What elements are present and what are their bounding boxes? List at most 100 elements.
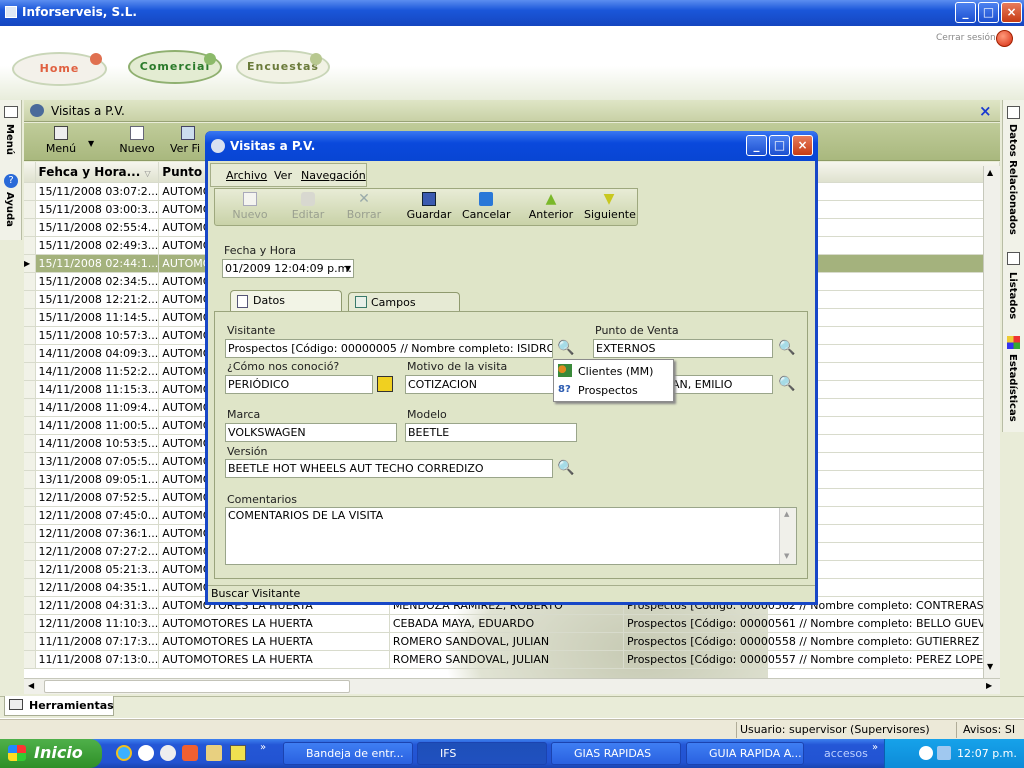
dialog-close-button[interactable]: × [792, 135, 813, 156]
comentarios-scrollbar[interactable]: ▲ ▼ [779, 508, 796, 564]
ie-icon[interactable] [116, 745, 132, 761]
window-title-bar[interactable]: Inforserveis, S.L. _ □ × [0, 0, 1024, 26]
dialog-new-button[interactable]: Nuevo [226, 192, 274, 221]
cell-pv: AUTOMOTORES LA HUERTA [158, 650, 390, 669]
start-button[interactable]: Inicio [0, 739, 102, 768]
scroll-up-icon[interactable]: ▲ [987, 168, 993, 177]
table-row[interactable]: 12/11/2008 11:10:3... AUTOMOTORES LA HUER… [24, 614, 1000, 633]
task-gias[interactable]: GIAS RAPIDAS [551, 742, 681, 765]
comentarios-field[interactable]: COMENTARIOS DE LA VISITA [225, 507, 797, 565]
visitante-search-icon[interactable]: 🔍 [557, 340, 574, 356]
menu-button-icon [54, 126, 68, 140]
version-search-icon[interactable]: 🔍 [557, 460, 574, 476]
dialog-title-bar[interactable]: Visitas a P.V. _ □ × [205, 131, 818, 161]
dialog-prev-button[interactable]: ▲ Anterior [528, 192, 574, 221]
view-button[interactable]: Ver Fi [170, 126, 206, 160]
cell-vis: CEBADA MAYA, EDUARDO [389, 614, 624, 633]
fecha-field[interactable]: 01/2009 12:04:09 p.m. ▼ [222, 259, 354, 278]
logout-label[interactable]: Cerrar sesión [936, 33, 996, 43]
sidebar-help[interactable]: Ayuda [4, 192, 15, 227]
media-player-icon[interactable] [138, 745, 154, 761]
cell-date: 14/11/2008 10:53:5... [35, 434, 160, 453]
dialog-visits-icon [211, 139, 225, 153]
quicklaunch-icon-3[interactable] [160, 745, 176, 761]
table-row[interactable]: 11/11/2008 07:17:3... AUTOMOTORES LA HUER… [24, 632, 1000, 651]
scroll-left-icon[interactable]: ◀ [28, 681, 34, 690]
menu-dropdown-icon[interactable]: ▼ [88, 139, 94, 148]
dialog-maximize-button[interactable]: □ [769, 135, 790, 156]
cell-date: 12/11/2008 04:31:3... [35, 596, 160, 615]
grid-vertical-scrollbar[interactable]: ▲ ▼ [983, 166, 1000, 678]
quicklaunch-icon-6[interactable] [230, 745, 246, 761]
scroll-thumb[interactable] [44, 680, 350, 693]
dialog-minimize-button[interactable]: _ [746, 135, 767, 156]
pv-field[interactable]: EXTERNOS [593, 339, 773, 358]
grid-horizontal-scrollbar[interactable]: ◀ ▶ [24, 678, 1000, 694]
quicklaunch-icon-5[interactable] [206, 745, 222, 761]
menu-ver[interactable]: Ver [274, 169, 292, 182]
como-field[interactable]: PERIÓDICO [225, 375, 373, 394]
new-icon [130, 126, 144, 140]
dialog-delete-button[interactable]: ✕ Borrar [344, 192, 384, 221]
scroll-right-icon[interactable]: ▶ [986, 681, 992, 690]
popup-prospectos[interactable]: Prospectos [578, 384, 638, 397]
accesos-toolbar[interactable]: accesos [824, 747, 868, 760]
col-date[interactable]: Fehca y Hora... ▽ [35, 162, 160, 183]
cell-date: 15/11/2008 10:57:3... [35, 326, 160, 345]
tools-tab[interactable]: Herramientas [4, 696, 114, 716]
system-tray: 12:07 p.m. [884, 739, 1024, 768]
popup-clientes[interactable]: Clientes (MM) [578, 365, 653, 378]
dialog-next-button[interactable]: ▼ Siguiente [584, 192, 636, 221]
modelo-field[interactable]: BEETLE [405, 423, 577, 442]
dialog-cancel-button[interactable]: Cancelar [462, 192, 511, 221]
pv-search-icon[interactable]: 🔍 [778, 340, 795, 356]
task-ifs[interactable]: IFS [417, 742, 547, 765]
tray-network-icon[interactable] [937, 746, 951, 760]
sidebar-statistics[interactable]: Estadísticas [1007, 354, 1018, 422]
vendedor-search-icon[interactable]: 🔍 [778, 376, 795, 392]
cell-date: 15/11/2008 02:49:3... [35, 236, 160, 255]
menu-navegacion[interactable]: Navegación [301, 169, 366, 182]
tab-campos-variables[interactable]: Campos Variables [348, 292, 460, 329]
clients-icon [558, 364, 572, 377]
minimize-button[interactable]: _ [955, 2, 976, 23]
quicklaunch-more-icon[interactable]: » [260, 742, 266, 753]
tray-arrow-icon[interactable] [919, 746, 933, 760]
motivo-field[interactable]: COTIZACION [405, 375, 577, 394]
row-indicator: ▶ [24, 254, 36, 273]
logout-icon[interactable] [996, 30, 1013, 47]
sidebar-listings[interactable]: Listados [1007, 272, 1018, 319]
row-indicator [24, 308, 36, 327]
dialog-save-button[interactable]: Guardar [406, 192, 452, 221]
quicklaunch-icon-4[interactable] [182, 745, 198, 761]
fecha-dropdown-icon[interactable]: ▼ [345, 260, 351, 277]
maximize-button[interactable]: □ [978, 2, 999, 23]
panel-close-icon[interactable]: × [979, 102, 992, 120]
table-row[interactable]: 11/11/2008 07:13:0... AUTOMOTORES LA HUER… [24, 650, 1000, 669]
comercial-dot-icon [204, 53, 216, 65]
row-indicator [24, 488, 36, 507]
dialog-edit-button[interactable]: Editar [286, 192, 330, 221]
clock[interactable]: 12:07 p.m. [957, 747, 1017, 760]
visitante-field[interactable]: Prospectos [Código: 00000005 // Nombre c… [225, 339, 553, 358]
comentarios-scroll-up-icon[interactable]: ▲ [784, 510, 789, 518]
panel-tab-title[interactable]: Visitas a P.V. [51, 104, 125, 118]
sidebar-menu[interactable]: Menú [4, 124, 15, 155]
task-bandeja[interactable]: Bandeja de entr... [283, 742, 413, 765]
comentarios-scroll-down-icon[interactable]: ▼ [784, 552, 789, 560]
menu-button[interactable]: Menú [36, 126, 86, 160]
toolbar-more-icon[interactable]: » [872, 742, 878, 753]
cell-date: 15/11/2008 03:00:3... [35, 200, 160, 219]
sidebar-related-data[interactable]: Datos Relacionados [1007, 124, 1018, 235]
como-lookup-icon[interactable] [377, 376, 393, 392]
row-indicator [24, 200, 36, 219]
scroll-down-icon[interactable]: ▼ [987, 662, 993, 671]
close-button[interactable]: × [1001, 2, 1022, 23]
comentarios-label: Comentarios [227, 493, 297, 506]
menu-archivo[interactable]: Archivo [226, 169, 267, 182]
marca-field[interactable]: VOLKSWAGEN [225, 423, 397, 442]
version-field[interactable]: BEETLE HOT WHEELS AUT TECHO CORREDIZO [225, 459, 553, 478]
task-guia[interactable]: GUIA RAPIDA A... [686, 742, 804, 765]
tab-datos-particulares[interactable]: Datos Particulares [230, 290, 342, 327]
new-button[interactable]: Nuevo [114, 126, 160, 160]
